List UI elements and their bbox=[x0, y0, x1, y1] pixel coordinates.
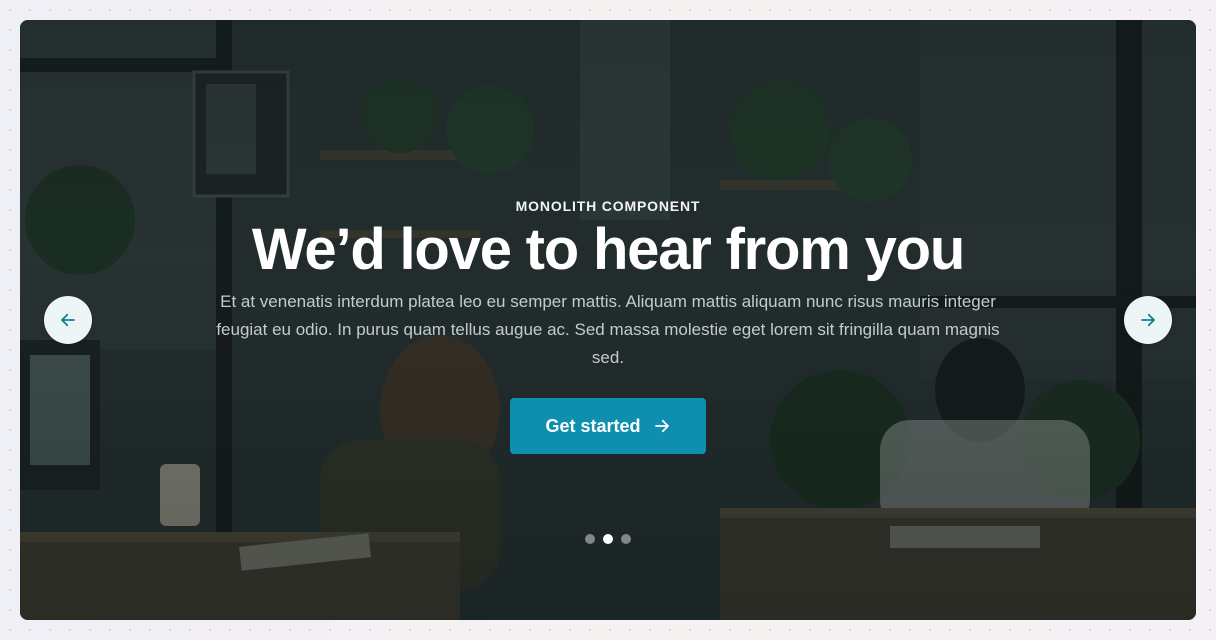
arrow-left-icon bbox=[61, 313, 75, 327]
hero-content: MONOLITH COMPONENT We’d love to hear fro… bbox=[20, 198, 1196, 454]
next-slide-button[interactable] bbox=[1124, 296, 1172, 344]
previous-slide-button[interactable] bbox=[44, 296, 92, 344]
hero-carousel: MONOLITH COMPONENT We’d love to hear fro… bbox=[20, 20, 1196, 620]
slide-indicators bbox=[20, 534, 1196, 544]
arrow-right-icon bbox=[654, 419, 669, 433]
get-started-label: Get started bbox=[545, 415, 641, 436]
get-started-button[interactable]: Get started bbox=[510, 398, 706, 454]
eyebrow-label: MONOLITH COMPONENT bbox=[515, 198, 701, 214]
slide-dot-3[interactable] bbox=[621, 534, 631, 544]
hero-title: We’d love to hear from you bbox=[251, 217, 965, 282]
slide-dot-1[interactable] bbox=[585, 534, 595, 544]
arrow-right-icon bbox=[1141, 313, 1155, 327]
hero-description: Et at venenatis interdum platea leo eu s… bbox=[216, 292, 1000, 367]
slide-dot-2[interactable] bbox=[603, 534, 613, 544]
